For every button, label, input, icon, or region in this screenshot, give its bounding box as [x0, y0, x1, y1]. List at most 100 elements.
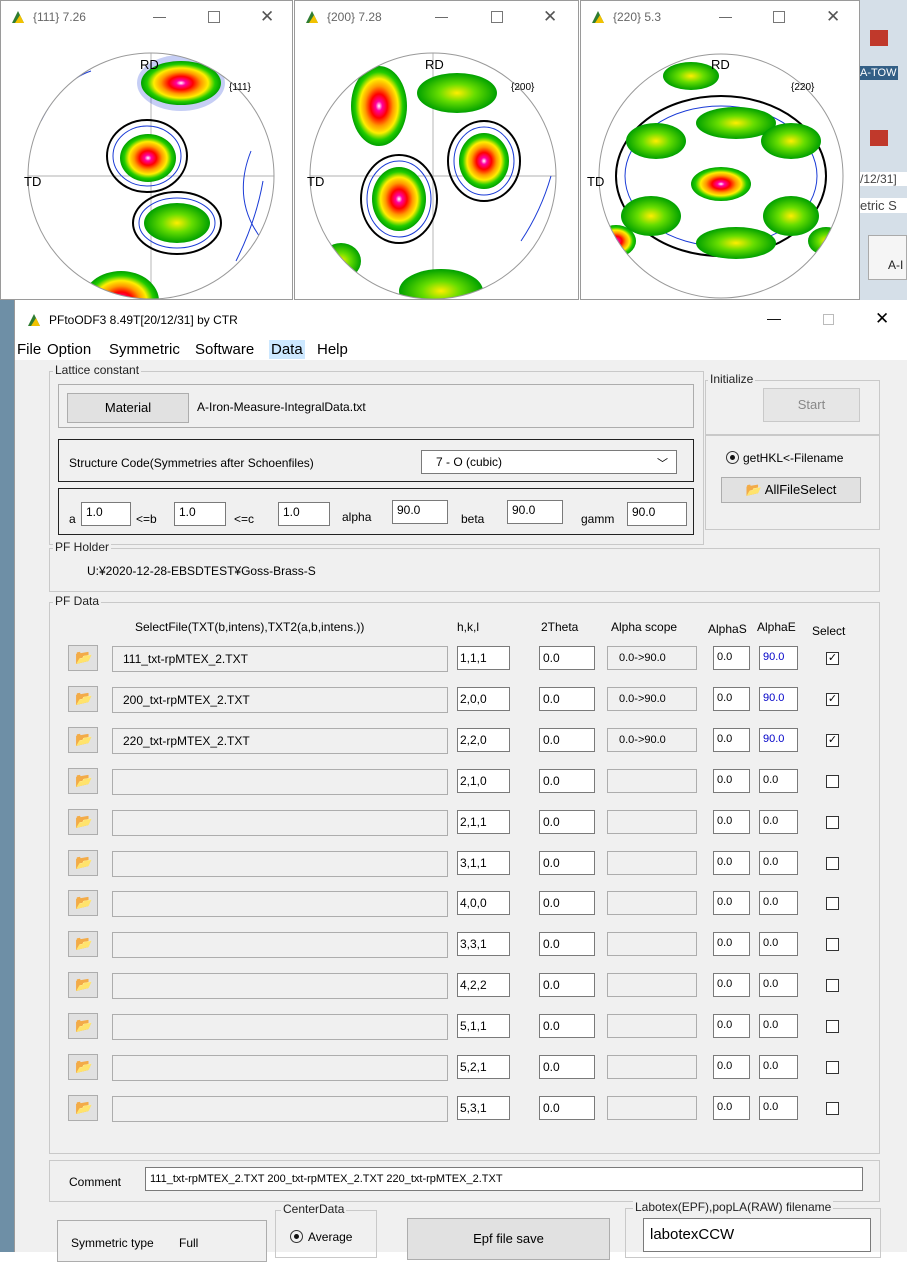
theta-input[interactable]: 0.0 — [539, 728, 595, 752]
alphae-input[interactable]: 0.0 — [759, 851, 798, 875]
window-titlebar[interactable]: {220} 5.3 — ✕ — [581, 1, 859, 33]
select-checkbox[interactable] — [826, 857, 839, 870]
maximize-icon[interactable] — [823, 314, 834, 325]
file-field[interactable]: 220_txt-rpMTEX_2.TXT — [112, 728, 448, 754]
menu-option[interactable]: Option — [45, 340, 93, 359]
param-a-input[interactable]: 1.0 — [81, 502, 131, 526]
file-field[interactable] — [112, 973, 448, 999]
theta-input[interactable]: 0.0 — [539, 1014, 595, 1038]
select-checkbox[interactable] — [826, 897, 839, 910]
alphas-input[interactable]: 0.0 — [713, 646, 750, 670]
alphas-input[interactable]: 0.0 — [713, 810, 750, 834]
alphae-input[interactable]: 0.0 — [759, 769, 798, 793]
file-open-button[interactable]: 📂 — [68, 1095, 98, 1121]
file-open-button[interactable]: 📂 — [68, 686, 98, 712]
main-titlebar[interactable]: PFtoODF3 8.49T[20/12/31] by CTR — ✕ — [15, 300, 907, 338]
pole-figure-window-200[interactable]: {200} 7.28 — ✕ RD TD {200} — [294, 0, 579, 300]
theta-input[interactable]: 0.0 — [539, 851, 595, 875]
maximize-icon[interactable] — [773, 11, 785, 23]
alphae-input[interactable]: 90.0 — [759, 687, 798, 711]
theta-input[interactable]: 0.0 — [539, 687, 595, 711]
file-field[interactable] — [112, 851, 448, 877]
menu-file[interactable]: File — [15, 340, 43, 359]
minimize-icon[interactable]: — — [435, 10, 448, 23]
close-icon[interactable]: ✕ — [826, 7, 840, 27]
file-open-button[interactable]: 📂 — [68, 890, 98, 916]
menu-symmetric[interactable]: Symmetric — [107, 340, 182, 359]
material-button[interactable]: Material — [67, 393, 189, 423]
select-checkbox[interactable]: ✓ — [826, 652, 839, 665]
alphae-input[interactable]: 0.0 — [759, 891, 798, 915]
theta-input[interactable]: 0.0 — [539, 1096, 595, 1120]
select-checkbox[interactable] — [826, 1061, 839, 1074]
file-open-button[interactable]: 📂 — [68, 768, 98, 794]
alphas-input[interactable]: 0.0 — [713, 1014, 750, 1038]
file-open-button[interactable]: 📂 — [68, 1054, 98, 1080]
alphas-input[interactable]: 0.0 — [713, 932, 750, 956]
select-checkbox[interactable] — [826, 816, 839, 829]
structure-select[interactable]: 7 - O (cubic) ﹀ — [421, 450, 677, 474]
alphae-input[interactable]: 0.0 — [759, 973, 798, 997]
alphas-input[interactable]: 0.0 — [713, 1096, 750, 1120]
file-field[interactable]: 200_txt-rpMTEX_2.TXT — [112, 687, 448, 713]
menu-help[interactable]: Help — [315, 340, 350, 359]
alphae-input[interactable]: 0.0 — [759, 1014, 798, 1038]
alphas-input[interactable]: 0.0 — [713, 769, 750, 793]
hkl-input[interactable]: 2,1,1 — [457, 810, 510, 834]
select-checkbox[interactable] — [826, 775, 839, 788]
file-open-button[interactable]: 📂 — [68, 809, 98, 835]
hkl-input[interactable]: 3,1,1 — [457, 851, 510, 875]
file-open-button[interactable]: 📂 — [68, 972, 98, 998]
average-radio[interactable] — [290, 1230, 303, 1243]
close-icon[interactable]: ✕ — [543, 7, 557, 27]
epf-save-button[interactable]: Epf file save — [407, 1218, 610, 1260]
theta-input[interactable]: 0.0 — [539, 1055, 595, 1079]
pole-figure-window-220[interactable]: {220} 5.3 — ✕ RD TD {220} — [580, 0, 860, 300]
theta-input[interactable]: 0.0 — [539, 932, 595, 956]
file-open-button[interactable]: 📂 — [68, 1013, 98, 1039]
file-field[interactable]: 111_txt-rpMTEX_2.TXT — [112, 646, 448, 672]
select-checkbox[interactable] — [826, 979, 839, 992]
minimize-icon[interactable]: — — [153, 10, 166, 23]
hkl-input[interactable]: 4,0,0 — [457, 891, 510, 915]
select-checkbox[interactable]: ✓ — [826, 734, 839, 747]
alphas-input[interactable]: 0.0 — [713, 973, 750, 997]
file-field[interactable] — [112, 1096, 448, 1122]
file-field[interactable] — [112, 932, 448, 958]
alphae-input[interactable]: 90.0 — [759, 646, 798, 670]
file-field[interactable] — [112, 810, 448, 836]
hkl-input[interactable]: 2,1,0 — [457, 769, 510, 793]
file-field[interactable] — [112, 1055, 448, 1081]
file-open-button[interactable]: 📂 — [68, 931, 98, 957]
allfileselect-button[interactable]: 📂 AllFileSelect — [721, 477, 861, 503]
hkl-input[interactable]: 5,2,1 — [457, 1055, 510, 1079]
theta-input[interactable]: 0.0 — [539, 810, 595, 834]
labotex-filename-input[interactable]: labotexCCW — [643, 1218, 871, 1252]
select-checkbox[interactable]: ✓ — [826, 693, 839, 706]
close-icon[interactable]: ✕ — [260, 7, 274, 27]
param-b-input[interactable]: 1.0 — [174, 502, 226, 526]
hkl-input[interactable]: 5,1,1 — [457, 1014, 510, 1038]
hkl-input[interactable]: 2,2,0 — [457, 728, 510, 752]
start-button[interactable]: Start — [763, 388, 860, 422]
alphas-input[interactable]: 0.0 — [713, 687, 750, 711]
minimize-icon[interactable]: — — [719, 10, 732, 23]
menu-data[interactable]: Data — [269, 340, 305, 359]
file-field[interactable] — [112, 891, 448, 917]
theta-input[interactable]: 0.0 — [539, 646, 595, 670]
window-titlebar[interactable]: {200} 7.28 — ✕ — [295, 1, 578, 33]
window-titlebar[interactable]: {111} 7.26 — ✕ — [1, 1, 292, 33]
minimize-icon[interactable]: — — [767, 310, 781, 326]
file-open-button[interactable]: 📂 — [68, 645, 98, 671]
param-alpha-input[interactable]: 90.0 — [392, 500, 448, 524]
maximize-icon[interactable] — [208, 11, 220, 23]
param-beta-input[interactable]: 90.0 — [507, 500, 563, 524]
comment-input[interactable]: 111_txt-rpMTEX_2.TXT 200_txt-rpMTEX_2.TX… — [145, 1167, 863, 1191]
hkl-input[interactable]: 1,1,1 — [457, 646, 510, 670]
theta-input[interactable]: 0.0 — [539, 973, 595, 997]
alphas-input[interactable]: 0.0 — [713, 1055, 750, 1079]
file-field[interactable] — [112, 769, 448, 795]
select-checkbox[interactable] — [826, 1020, 839, 1033]
file-open-button[interactable]: 📂 — [68, 850, 98, 876]
alphas-input[interactable]: 0.0 — [713, 891, 750, 915]
